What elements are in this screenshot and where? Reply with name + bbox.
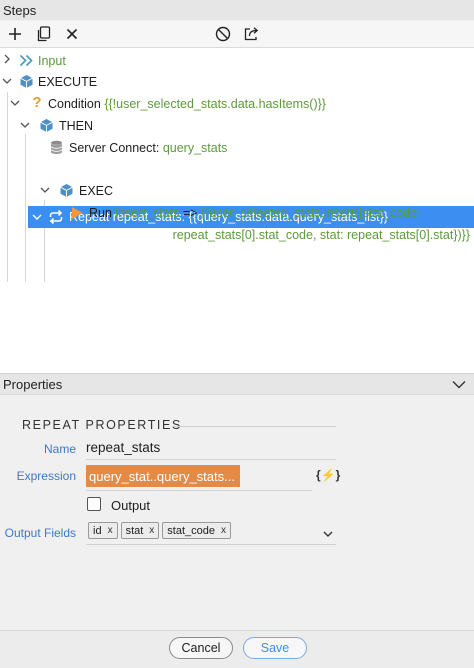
disable-icon[interactable] xyxy=(213,24,233,44)
section-divider xyxy=(172,426,336,427)
steps-panel-title: Steps xyxy=(3,2,37,18)
tree-item-run[interactable]: Run insert_stats => {{user_selected_stat… xyxy=(89,202,421,223)
name-label: Name xyxy=(43,442,76,456)
output-fields-select[interactable]: id x stat x stat_code x xyxy=(88,522,231,539)
run-expression-line2: repeat_stats[0].stat_code, stat: repeat_… xyxy=(172,227,470,242)
play-icon xyxy=(69,205,85,221)
tree-item-execute[interactable]: EXECUTE xyxy=(38,71,97,92)
chip-remove-icon[interactable]: x xyxy=(108,525,113,536)
expression-field-underline xyxy=(86,490,312,491)
tree-item-label: Server Connect: xyxy=(69,140,160,155)
chip-label: id xyxy=(93,524,102,537)
steps-tree: Input EXECUTE ? Condition {{!user_select… xyxy=(0,48,474,373)
server-connect-value: query_stats xyxy=(162,140,228,155)
run-expression-line1: {{user_selected_stats.insert({stat_code: xyxy=(200,205,421,220)
chevron-down-icon[interactable] xyxy=(31,211,43,223)
repeat-icon xyxy=(48,209,64,225)
copy-icon[interactable] xyxy=(33,24,53,44)
close-icon[interactable] xyxy=(62,24,82,44)
cube-icon xyxy=(18,73,34,89)
name-field-underline xyxy=(86,459,336,460)
cube-icon xyxy=(58,182,74,198)
chip-remove-icon[interactable]: x xyxy=(149,525,154,536)
cancel-button[interactable]: Cancel xyxy=(169,637,233,659)
tree-item-condition[interactable]: Condition {{!user_selected_stats.data.ha… xyxy=(48,93,326,114)
database-icon xyxy=(48,139,64,155)
chevron-down-icon[interactable] xyxy=(452,380,466,389)
properties-panel-header[interactable]: Properties xyxy=(0,373,474,395)
chevron-down-icon[interactable] xyxy=(19,119,31,131)
tree-item-label: EXECUTE xyxy=(38,74,98,89)
chevron-down-icon[interactable] xyxy=(9,97,21,109)
chip-remove-icon[interactable]: x xyxy=(221,525,226,536)
tree-item-input[interactable]: Input xyxy=(38,50,66,71)
input-icon xyxy=(18,52,34,68)
chevron-down-icon[interactable] xyxy=(323,526,333,541)
tree-item-then[interactable]: THEN xyxy=(59,115,93,136)
output-checkbox[interactable] xyxy=(87,497,101,511)
output-fields-underline xyxy=(86,544,336,545)
properties-panel-title: Properties xyxy=(3,376,63,392)
tree-item-server-connect[interactable]: Server Connect: query_stats xyxy=(69,137,227,158)
chevron-down-icon[interactable] xyxy=(39,184,51,196)
chevron-right-icon[interactable] xyxy=(1,53,13,65)
output-field-chip: stat_code x xyxy=(162,522,231,539)
steps-panel-header: Steps xyxy=(0,0,474,20)
save-button[interactable]: Save xyxy=(243,637,307,659)
dynamic-data-icon[interactable]: {⚡} xyxy=(316,468,340,482)
indent-guide xyxy=(7,92,8,282)
steps-toolbar xyxy=(0,21,474,48)
dialog-footer: Cancel Save xyxy=(0,630,474,668)
expression-label: Expression xyxy=(16,469,76,483)
chip-label: stat_code xyxy=(167,524,215,537)
indent-guide xyxy=(25,134,26,282)
chevron-down-icon[interactable] xyxy=(1,75,13,87)
export-icon[interactable] xyxy=(242,24,262,44)
output-checkbox-label: Output xyxy=(111,498,151,513)
tree-item-label: Input xyxy=(38,53,66,68)
output-fields-label: Output Fields xyxy=(4,526,76,540)
tree-item-label: Condition xyxy=(48,96,101,111)
plus-icon[interactable] xyxy=(5,24,25,44)
tree-item-label: THEN xyxy=(59,118,94,133)
properties-panel: REPEAT PROPERTIES Name repeat_stats Expr… xyxy=(0,396,474,630)
run-target: insert_stats xyxy=(115,205,180,220)
output-field-chip: id x xyxy=(88,522,118,539)
cube-icon xyxy=(38,117,54,133)
name-field[interactable]: repeat_stats xyxy=(86,440,160,455)
tree-item-exec[interactable]: EXEC xyxy=(79,180,113,201)
chip-label: stat xyxy=(125,524,144,537)
run-arrow: => xyxy=(182,205,198,220)
condition-expression: {{!user_selected_stats.data.hasItems()}} xyxy=(104,96,326,111)
section-title: REPEAT PROPERTIES xyxy=(22,418,182,432)
tree-item-label: Run xyxy=(89,205,112,220)
tree-item-label: EXEC xyxy=(79,183,114,198)
expression-field[interactable]: query_stat..query_stats... xyxy=(86,465,240,487)
output-field-chip: stat x xyxy=(120,522,160,539)
question-icon: ? xyxy=(32,93,42,111)
